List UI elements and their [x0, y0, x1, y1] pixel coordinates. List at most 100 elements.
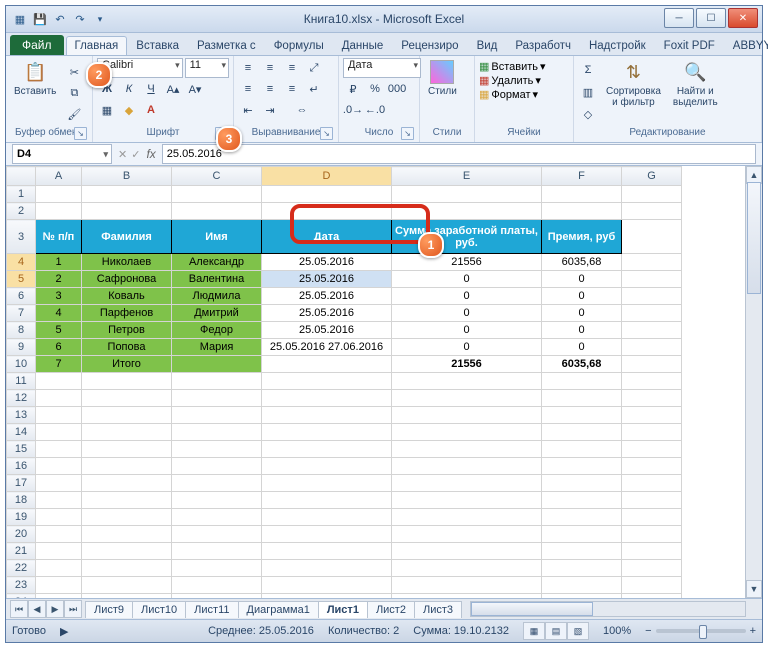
cell[interactable]: [36, 441, 82, 458]
cell[interactable]: [542, 458, 622, 475]
table-header-cell[interactable]: Дата: [262, 220, 392, 254]
sheet-tab[interactable]: Лист9: [85, 601, 133, 618]
cell[interactable]: [542, 509, 622, 526]
minimize-button[interactable]: ─: [664, 8, 694, 28]
sheet-tab[interactable]: Диаграмма1: [238, 601, 319, 618]
sort-filter-button[interactable]: ⇅Сортировка и фильтр: [602, 58, 665, 110]
cell[interactable]: 5: [36, 322, 82, 339]
cell[interactable]: [262, 356, 392, 373]
cell[interactable]: [36, 560, 82, 577]
align-mid-button[interactable]: ≡: [260, 58, 280, 78]
cell[interactable]: [622, 373, 682, 390]
format-painter-button[interactable]: 🖌: [64, 104, 84, 124]
cell[interactable]: [82, 526, 172, 543]
vertical-scrollbar[interactable]: ▲ ▼: [745, 166, 762, 598]
dec-decimal-button[interactable]: ←.0: [365, 100, 385, 120]
col-B[interactable]: B: [82, 167, 172, 186]
cell[interactable]: 0: [542, 305, 622, 322]
row-header[interactable]: 18: [7, 492, 36, 509]
font-launcher[interactable]: ↘: [215, 127, 228, 140]
worksheet-grid[interactable]: A B C D E F G 123№ п/пФамилияИмяДатаСумм…: [6, 166, 762, 598]
sheet-tab[interactable]: Лист3: [414, 601, 462, 618]
cell[interactable]: [172, 441, 262, 458]
cell[interactable]: [36, 458, 82, 475]
select-all[interactable]: [7, 167, 36, 186]
cell[interactable]: [82, 475, 172, 492]
cell[interactable]: [392, 390, 542, 407]
cell[interactable]: [622, 390, 682, 407]
fill-button[interactable]: ▥: [578, 82, 598, 102]
underline-button[interactable]: Ч: [141, 79, 161, 99]
cell[interactable]: [172, 373, 262, 390]
cell[interactable]: [622, 203, 682, 220]
italic-button[interactable]: К: [119, 79, 139, 99]
font-size-combo[interactable]: 11: [185, 58, 229, 78]
cell[interactable]: [542, 373, 622, 390]
cell[interactable]: 6035,68: [542, 254, 622, 271]
cell[interactable]: [36, 407, 82, 424]
cell[interactable]: Федор: [172, 322, 262, 339]
row-header[interactable]: 17: [7, 475, 36, 492]
cell[interactable]: [542, 560, 622, 577]
cell[interactable]: [262, 492, 392, 509]
cell[interactable]: [36, 424, 82, 441]
row-header[interactable]: 20: [7, 526, 36, 543]
cell[interactable]: 6035,68: [542, 356, 622, 373]
cell[interactable]: [262, 390, 392, 407]
cell[interactable]: Парфенов: [82, 305, 172, 322]
cell[interactable]: 0: [392, 305, 542, 322]
row-header[interactable]: 13: [7, 407, 36, 424]
align-left-button[interactable]: ≡: [238, 79, 258, 99]
cell[interactable]: [622, 424, 682, 441]
cell[interactable]: 25.05.2016: [262, 305, 392, 322]
cell[interactable]: [542, 492, 622, 509]
cell[interactable]: [262, 441, 392, 458]
copy-button[interactable]: ⧉: [64, 83, 84, 103]
find-select-button[interactable]: 🔍Найти и выделить: [669, 58, 722, 110]
zoom-slider[interactable]: [656, 629, 746, 633]
cell[interactable]: [262, 577, 392, 594]
dec-indent-button[interactable]: ⇤: [238, 100, 258, 120]
cell[interactable]: [622, 577, 682, 594]
cell[interactable]: [82, 373, 172, 390]
sheet-tab[interactable]: Лист1: [318, 601, 368, 618]
cell[interactable]: [82, 458, 172, 475]
cell[interactable]: [36, 577, 82, 594]
table-header-cell[interactable]: [622, 220, 682, 254]
cell[interactable]: [622, 560, 682, 577]
cell[interactable]: [622, 322, 682, 339]
cell[interactable]: [36, 594, 82, 599]
cell[interactable]: 6: [36, 339, 82, 356]
shrink-font-button[interactable]: A▾: [185, 79, 205, 99]
cell[interactable]: [82, 407, 172, 424]
cell[interactable]: [392, 594, 542, 599]
sheet-nav-next[interactable]: ▶: [46, 600, 64, 618]
cell[interactable]: [262, 424, 392, 441]
styles-button[interactable]: Стили: [424, 58, 461, 99]
view-break-button[interactable]: ▧: [567, 622, 589, 640]
cell[interactable]: [622, 305, 682, 322]
enter-formula-icon[interactable]: ✓: [131, 148, 140, 161]
cell[interactable]: Александр: [172, 254, 262, 271]
cell[interactable]: [392, 424, 542, 441]
zoom-level[interactable]: 100%: [603, 625, 631, 637]
cell[interactable]: 0: [542, 288, 622, 305]
cell[interactable]: [392, 407, 542, 424]
cell[interactable]: [172, 560, 262, 577]
scroll-down-button[interactable]: ▼: [746, 580, 762, 598]
table-header-cell[interactable]: Сумма заработной платы, руб.: [392, 220, 542, 254]
cell[interactable]: [36, 492, 82, 509]
cell[interactable]: 21556: [392, 356, 542, 373]
align-top-button[interactable]: ≡: [238, 58, 258, 78]
cell[interactable]: [172, 526, 262, 543]
cell[interactable]: [622, 356, 682, 373]
col-F[interactable]: F: [542, 167, 622, 186]
cell[interactable]: [392, 577, 542, 594]
cell[interactable]: [82, 577, 172, 594]
row-header[interactable]: 4: [7, 254, 36, 271]
cell[interactable]: [622, 407, 682, 424]
hscroll-thumb[interactable]: [471, 602, 593, 616]
cell[interactable]: [172, 390, 262, 407]
cell[interactable]: [392, 373, 542, 390]
align-center-button[interactable]: ≡: [260, 79, 280, 99]
